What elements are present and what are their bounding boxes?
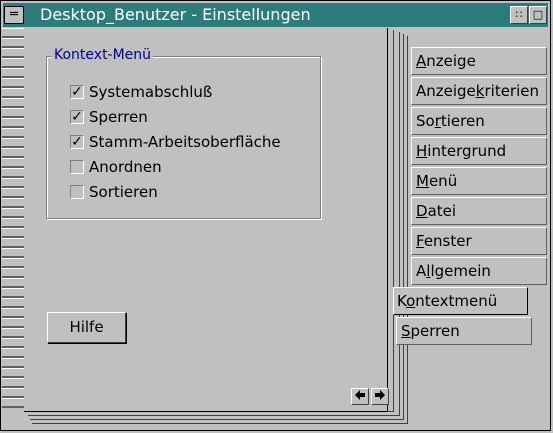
window-title: Desktop_Benutzer - Einstellungen [40,5,311,24]
spiral-ring [2,58,24,68]
spiral-ring [2,378,24,388]
spiral-ring [2,338,24,348]
checkbox-label: Sperren [89,108,148,126]
spiral-ring [2,398,24,408]
spiral-ring [2,188,24,198]
spiral-ring [2,78,24,88]
checkbox-box[interactable]: ✓ [70,85,84,99]
spiral-ring [2,158,24,168]
spiral-ring [2,368,24,378]
tab-datei[interactable]: Datei [411,197,547,225]
spiral-ring [2,238,24,248]
spiral-ring [2,98,24,108]
checkbox-box[interactable]: ✓ [70,110,84,124]
spiral-ring [2,348,24,358]
checkbox-box[interactable] [70,160,84,174]
spiral-ring [2,148,24,158]
spiral-ring [2,278,24,288]
spiral-ring [2,318,24,328]
spiral-ring [2,168,24,178]
checkbox-sortieren[interactable]: Sortieren [70,182,158,202]
spiral-ring [2,328,24,338]
spiral-ring [2,388,24,398]
tab-sortieren[interactable]: Sortieren [411,107,547,135]
checkbox-label: Stamm-Arbeitsoberfläche [89,133,281,151]
spiral-ring [2,28,24,38]
notebook-spiral-binding [2,28,24,423]
next-page-button[interactable] [371,388,389,405]
checkbox-box[interactable]: ✓ [70,135,84,149]
title-bar[interactable]: Desktop_Benutzer - Einstellungen ∷ □ [3,3,548,27]
spiral-ring [2,38,24,48]
spiral-ring [2,48,24,58]
spiral-ring [2,178,24,188]
spiral-ring [2,298,24,308]
checkbox-stamm-arbeitsoberflaeche[interactable]: ✓ Stamm-Arbeitsoberfläche [70,132,281,152]
spiral-ring [2,138,24,148]
system-menu-icon[interactable]: ═ [4,6,24,24]
spiral-ring [2,68,24,78]
tab-anzeigekriterien[interactable]: Anzeigekriterien [411,77,547,105]
spiral-ring [2,118,24,128]
spiral-ring [2,288,24,298]
maximize-button[interactable]: □ [529,6,547,24]
spiral-ring [2,358,24,368]
arrow-left-icon [355,390,365,400]
spiral-ring [2,88,24,98]
spiral-ring [2,228,24,238]
spiral-ring [2,208,24,218]
spiral-ring [2,248,24,258]
help-button[interactable]: Hilfe [47,312,126,343]
tab-kontextmenue[interactable]: Kontextmenü [393,287,528,315]
tab-sperren[interactable]: Sperren [396,317,532,345]
tab-fenster[interactable]: Fenster [411,227,547,255]
context-menu-group-label: Kontext-Menü [52,47,154,63]
spiral-ring [2,128,24,138]
spiral-ring [2,258,24,268]
checkbox-label: Anordnen [89,158,162,176]
tab-menue[interactable]: Menü [411,167,547,195]
spiral-ring [2,308,24,318]
tab-allgemein[interactable]: Allgemein [411,257,547,285]
checkbox-anordnen[interactable]: Anordnen [70,157,162,177]
checkbox-box[interactable] [70,185,84,199]
spiral-ring [2,268,24,278]
checkbox-systemabschluss[interactable]: ✓ Systemabschluß [70,82,212,102]
spiral-ring [2,198,24,208]
tab-anzeige[interactable]: Anzeige [411,47,547,75]
tab-hintergrund[interactable]: Hintergrund [411,137,547,165]
spiral-ring [2,108,24,118]
checkbox-sperren[interactable]: ✓ Sperren [70,107,148,127]
prev-page-button[interactable] [351,388,369,405]
checkbox-label: Sortieren [89,183,158,201]
checkbox-label: Systemabschluß [89,83,213,101]
arrow-right-icon [375,390,385,400]
restore-button[interactable]: ∷ [510,6,528,24]
spiral-ring [2,218,24,228]
